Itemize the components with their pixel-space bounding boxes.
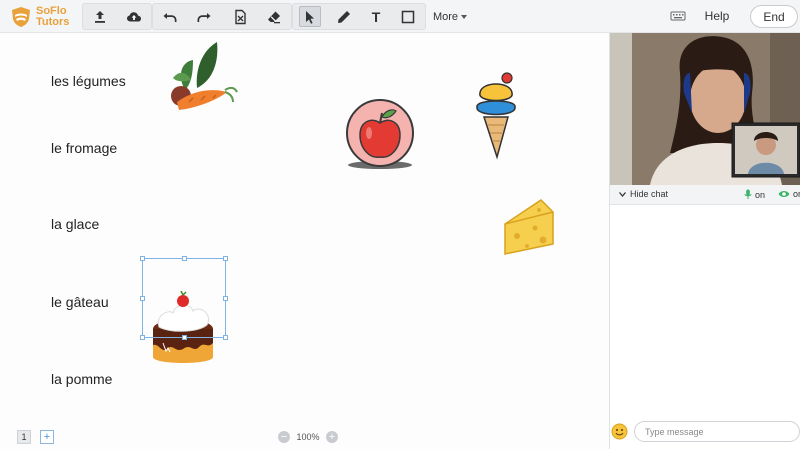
clear-page-button[interactable] (223, 4, 257, 29)
pencil-icon (338, 10, 350, 23)
help-link[interactable]: Help (696, 9, 738, 23)
selection-box[interactable] (140, 256, 228, 340)
chevron-down-icon (619, 191, 626, 197)
camera-toggle[interactable]: on (778, 189, 800, 199)
resize-handle-bc[interactable] (182, 335, 187, 340)
resize-handle-tc[interactable] (182, 256, 187, 261)
resize-handle-tl[interactable] (140, 256, 145, 261)
add-page-button[interactable]: + (40, 430, 54, 444)
word-la-pomme[interactable]: la pomme (51, 371, 112, 387)
keyboard-icon[interactable] (670, 9, 686, 23)
apple-sticker[interactable] (344, 97, 416, 173)
word-le-gateau[interactable]: le gâteau (51, 294, 109, 310)
zoom-level: 100% (296, 432, 320, 442)
whiteboard-canvas[interactable]: les légumes le fromage la glace le gâtea… (0, 33, 609, 449)
word-la-glace[interactable]: la glace (51, 216, 99, 232)
camera-status-label: on (793, 189, 800, 199)
right-panel: Hide chat on on (609, 33, 800, 449)
end-session-button[interactable]: End (750, 5, 798, 28)
shape-tool-button[interactable] (391, 4, 425, 29)
select-pointer-icon (306, 10, 314, 24)
resize-handle-mr[interactable] (223, 296, 228, 301)
mic-toggle[interactable]: on (744, 189, 765, 200)
chat-controls-bar: Hide chat on on (610, 185, 800, 205)
text-tool-button[interactable]: T (359, 4, 393, 29)
mic-status-label: on (755, 189, 766, 200)
tutoring-app: SoFlo Tutors T More Help End les légumes… (0, 0, 800, 449)
video-feed (610, 33, 800, 185)
cloud-button[interactable] (117, 4, 151, 29)
text-tool-icon: T (371, 8, 381, 25)
resize-handle-tr[interactable] (223, 256, 228, 261)
redo-icon (197, 12, 211, 22)
select-tool-button[interactable] (299, 6, 321, 27)
ice-cream-sticker[interactable] (471, 71, 521, 161)
undo-icon (163, 12, 177, 22)
shield-logo-icon (12, 7, 30, 27)
eraser-button[interactable] (257, 4, 291, 29)
microphone-icon (744, 189, 752, 199)
zoom-out-button[interactable]: − (278, 431, 290, 443)
cloud-icon (127, 11, 141, 21)
resize-handle-br[interactable] (223, 335, 228, 340)
resize-handle-bl[interactable] (140, 335, 145, 340)
page-number[interactable]: 1 (17, 430, 31, 444)
word-les-legumes[interactable]: les légumes (51, 73, 126, 89)
toolbar-group-file (82, 3, 152, 30)
upload-icon (95, 10, 105, 23)
cheese-sticker[interactable] (501, 198, 557, 256)
brand-name-line2: Tutors (36, 16, 70, 28)
clear-page-icon (235, 9, 246, 24)
redo-button[interactable] (187, 4, 221, 29)
chevron-down-icon (461, 14, 468, 19)
zoom-in-button[interactable]: + (326, 431, 338, 443)
brand-logo[interactable]: SoFlo Tutors (10, 4, 74, 30)
toolbar-group-edit (152, 3, 292, 30)
toolbar-group-draw: T (292, 3, 426, 30)
more-label: More (432, 10, 459, 23)
shape-tool-icon (401, 10, 415, 23)
more-menu-button[interactable]: More (422, 3, 478, 30)
eraser-icon (268, 11, 280, 23)
toolbar: SoFlo Tutors T More Help End (0, 0, 800, 33)
upload-button[interactable] (83, 4, 117, 29)
chat-message-input[interactable] (634, 421, 800, 442)
word-le-fromage[interactable]: le fromage (51, 140, 117, 156)
undo-button[interactable] (153, 4, 187, 29)
resize-handle-ml[interactable] (140, 296, 145, 301)
eye-icon (778, 191, 790, 197)
pencil-tool-button[interactable] (327, 4, 361, 29)
hide-chat-label: Hide chat (630, 189, 669, 199)
vegetables-sticker[interactable] (163, 40, 239, 116)
emoji-icon[interactable] (611, 423, 628, 440)
hide-chat-toggle[interactable]: Hide chat (619, 189, 668, 199)
